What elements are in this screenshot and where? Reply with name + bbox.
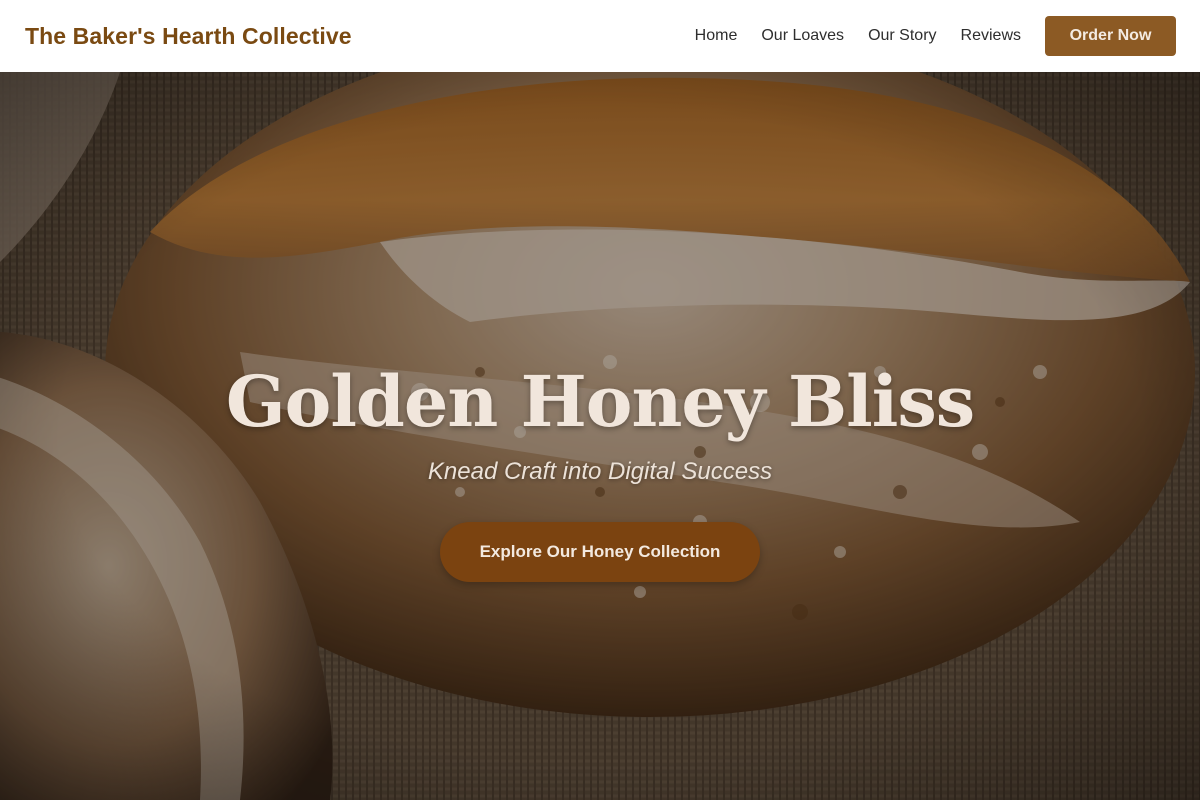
- explore-collection-button[interactable]: Explore Our Honey Collection: [440, 522, 760, 582]
- hero-subtitle: Knead Craft into Digital Success: [427, 458, 773, 485]
- site-logo[interactable]: The Baker's Hearth Collective: [25, 23, 352, 50]
- nav-link-reviews[interactable]: Reviews: [961, 27, 1021, 45]
- main-nav: Home Our Loaves Our Story Reviews Order …: [671, 16, 1176, 56]
- nav-link-our-story[interactable]: Our Story: [868, 27, 936, 45]
- order-now-button[interactable]: Order Now: [1045, 16, 1176, 56]
- hero-section: Golden Honey Bliss Knead Craft into Digi…: [0, 72, 1200, 800]
- site-header: The Baker's Hearth Collective Home Our L…: [0, 0, 1200, 72]
- hero-title: Golden Honey Bliss: [225, 360, 975, 443]
- nav-link-home[interactable]: Home: [695, 27, 738, 45]
- hero-content: Golden Honey Bliss Knead Craft into Digi…: [0, 72, 1200, 800]
- nav-link-our-loaves[interactable]: Our Loaves: [761, 27, 844, 45]
